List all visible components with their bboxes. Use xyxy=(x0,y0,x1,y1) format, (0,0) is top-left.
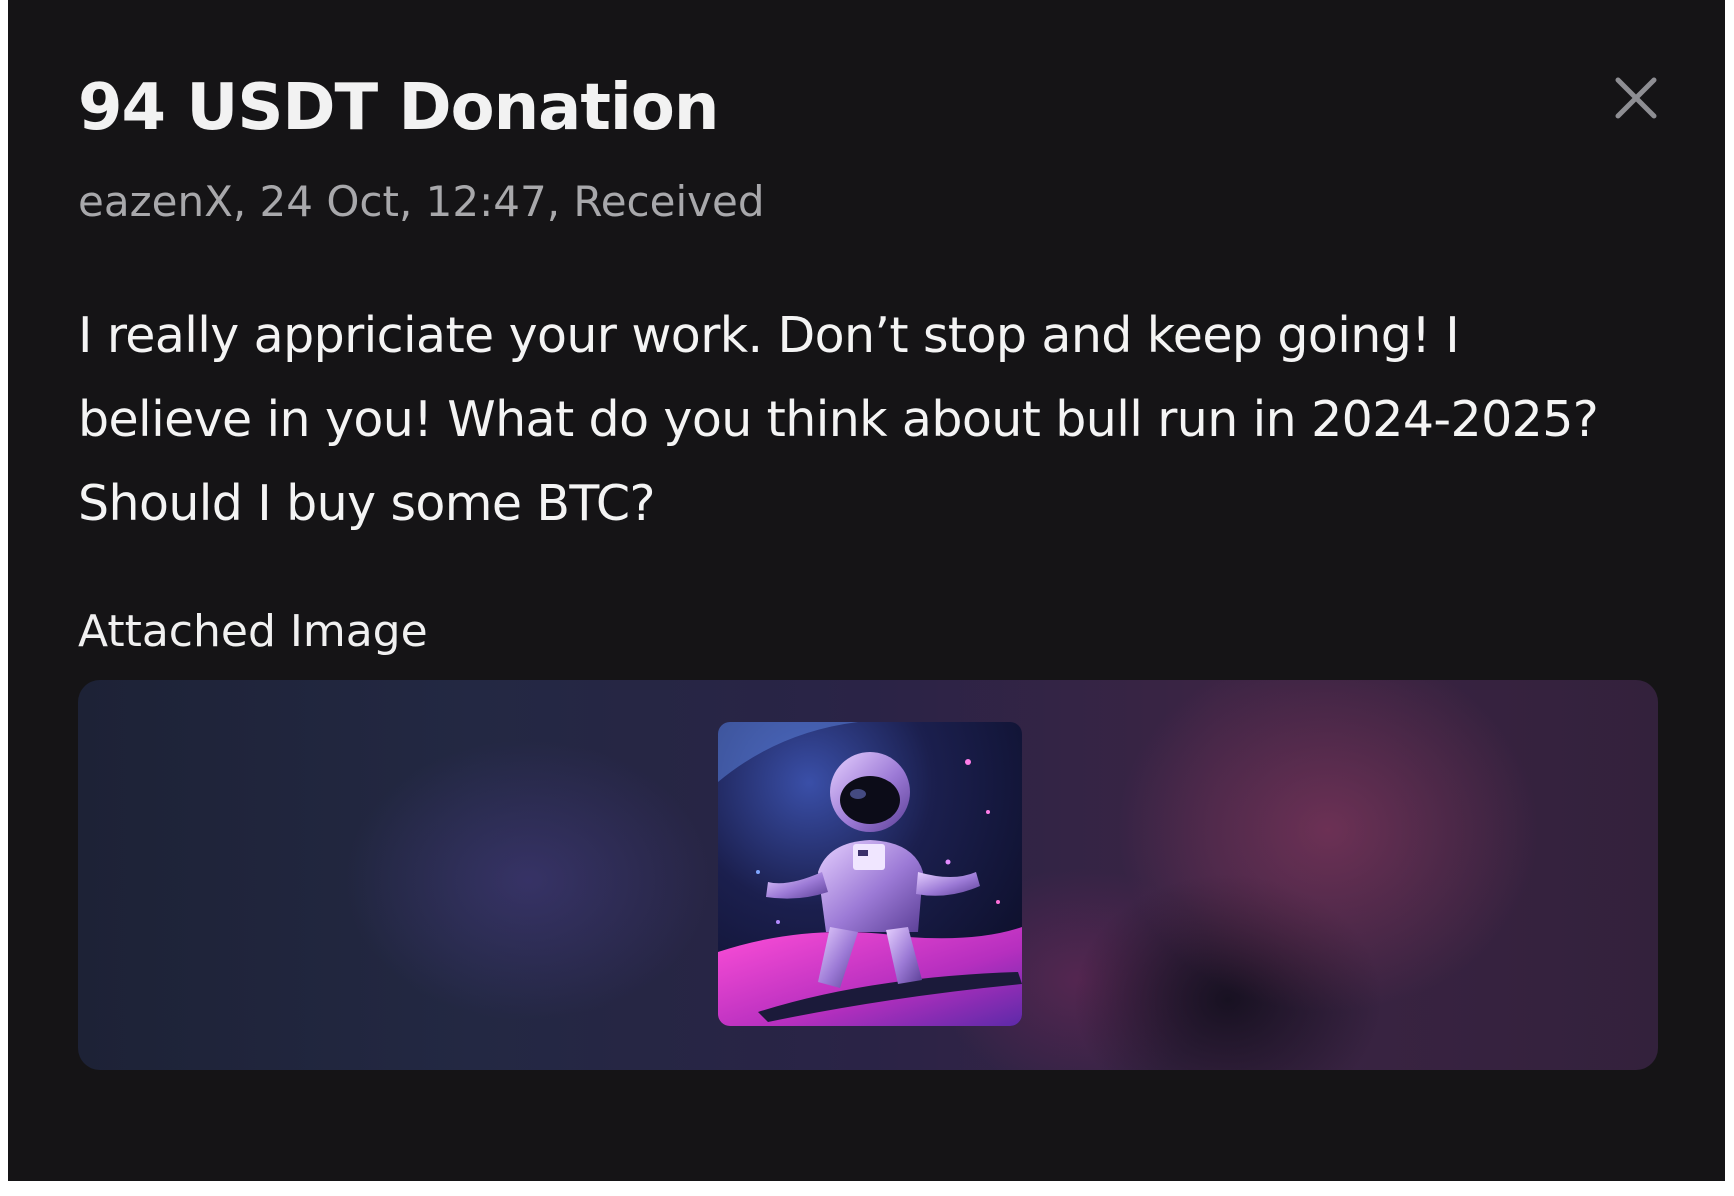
donation-title: 94 USDT Donation xyxy=(78,71,719,145)
astronaut-image xyxy=(718,722,1022,1026)
donation-meta: eazenX, 24 Oct, 12:47, Received xyxy=(78,177,765,226)
close-button[interactable] xyxy=(1600,62,1672,134)
donation-modal: 94 USDT Donation eazenX, 24 Oct, 12:47, … xyxy=(8,0,1725,1181)
attached-image-frame xyxy=(78,680,1658,1070)
attached-image-thumbnail[interactable] xyxy=(718,722,1022,1026)
donation-message: I really appriciate your work. Don’t sto… xyxy=(78,307,1599,532)
attached-image-label: Attached Image xyxy=(78,606,428,657)
close-icon xyxy=(1615,77,1657,119)
